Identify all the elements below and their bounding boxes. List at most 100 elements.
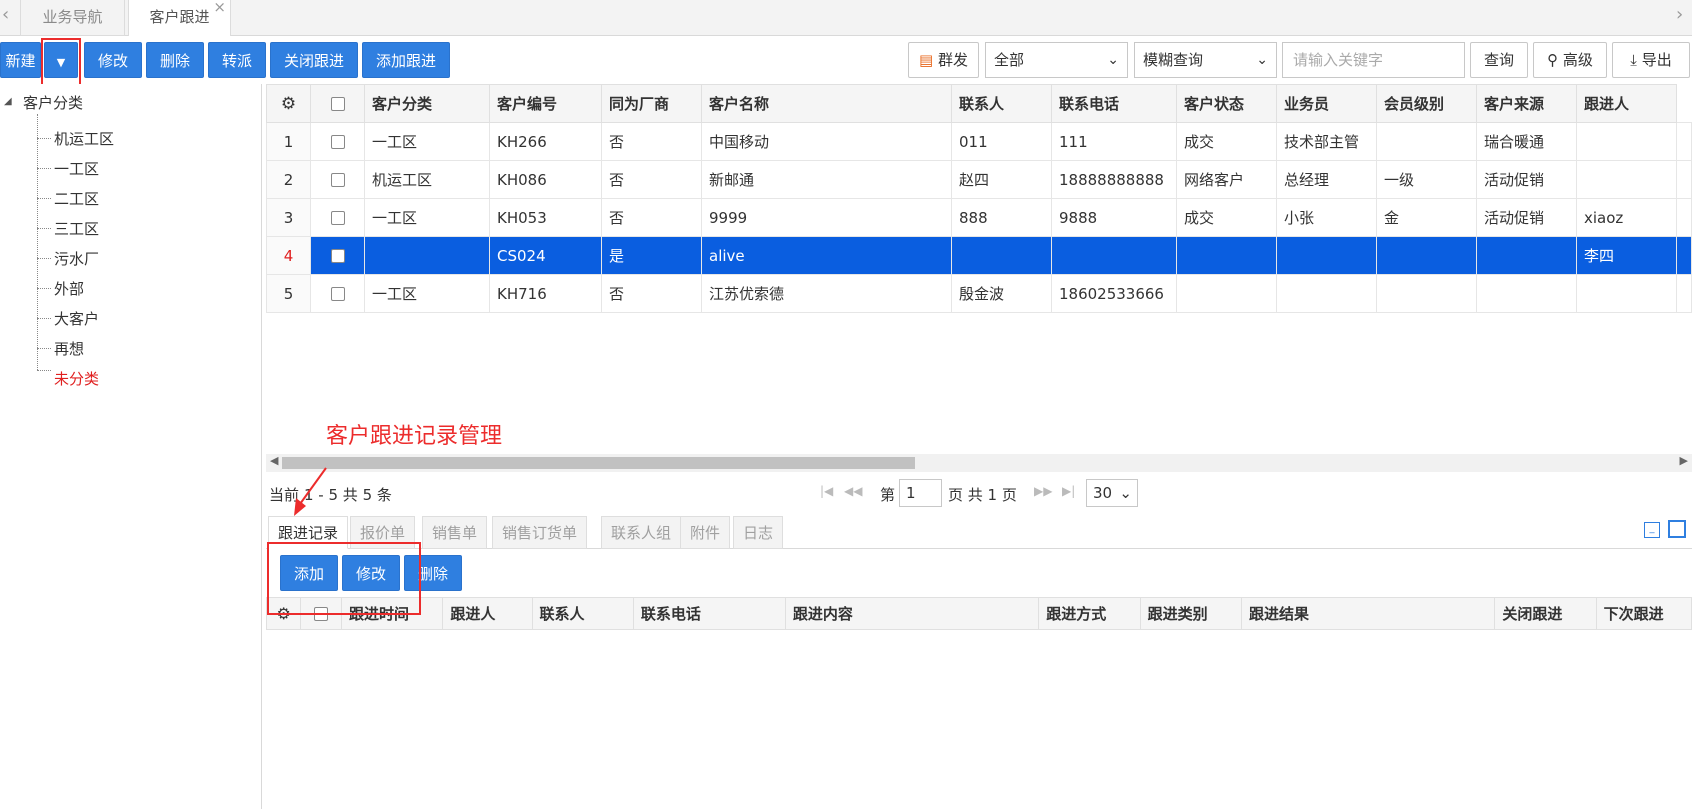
column-header[interactable]: 跟进结果: [1240, 597, 1496, 630]
new-button[interactable]: 新建: [0, 42, 41, 78]
first-page-icon[interactable]: |◀: [820, 484, 833, 498]
query-mode-select[interactable]: 模糊查询 ⌄: [1134, 42, 1277, 78]
column-header[interactable]: 联系电话: [632, 597, 786, 630]
advanced-button[interactable]: ⚲ 高级: [1533, 42, 1607, 78]
export-button[interactable]: ⤓ 导出: [1612, 42, 1690, 78]
table-row[interactable]: 1 一工区 KH266 否中国移动 011 111 成交 技术部主管 瑞合暖通: [266, 122, 1692, 161]
delete-record-button[interactable]: 删除: [404, 555, 462, 591]
column-header[interactable]: 跟进人: [1576, 84, 1677, 123]
horizontal-scrollbar[interactable]: ◀ ▶: [266, 454, 1692, 472]
edit-button[interactable]: 修改: [84, 42, 142, 78]
column-header[interactable]: 关闭跟进: [1494, 597, 1597, 630]
column-header[interactable]: 跟进方式: [1038, 597, 1141, 630]
tree-item[interactable]: 机运工区: [54, 128, 114, 149]
tab-sales-booking[interactable]: 销售订货单: [492, 516, 588, 549]
scope-select[interactable]: 全部 ⌄: [985, 42, 1128, 78]
add-follow-button[interactable]: 添加跟进: [362, 42, 450, 78]
tree-item[interactable]: 一工区: [54, 158, 99, 179]
gear-icon[interactable]: ⚙: [281, 94, 296, 114]
table-cell: [1576, 122, 1677, 161]
table-cell: 9888: [1051, 198, 1177, 237]
column-header[interactable]: 客户分类: [364, 84, 490, 123]
column-header[interactable]: 联系人: [531, 597, 634, 630]
page-size-select[interactable]: 30 ⌄: [1086, 479, 1138, 507]
select-all-checkbox[interactable]: [314, 607, 329, 621]
edit-record-button[interactable]: 修改: [342, 555, 400, 591]
column-header[interactable]: 跟进类别: [1139, 597, 1242, 630]
tab-sales-order[interactable]: 销售单: [422, 516, 488, 549]
next-page-icon[interactable]: ▶▶: [1034, 484, 1052, 498]
scrollbar-thumb[interactable]: [282, 457, 915, 469]
table-row[interactable]: 3 一工区 KH053 否 9999 888 9888 成交 小张金活动促销 xiaoz: [266, 198, 1692, 237]
tree-item[interactable]: 污水厂: [54, 248, 99, 269]
scroll-right-icon[interactable]: ▶: [1680, 454, 1688, 467]
tab-quotation[interactable]: 报价单: [350, 516, 416, 549]
tabs-scroll-right-icon[interactable]: ›: [1676, 4, 1683, 25]
column-header[interactable]: 跟进时间: [340, 597, 444, 630]
close-follow-button[interactable]: 关闭跟进: [270, 42, 358, 78]
table-cell: 江苏优索德: [701, 274, 952, 313]
row-checkbox[interactable]: [330, 249, 345, 263]
column-header[interactable]: 客户编号: [489, 84, 602, 123]
query-button[interactable]: 查询: [1470, 42, 1528, 78]
row-checkbox[interactable]: [330, 287, 345, 301]
table-row[interactable]: 5 一工区 KH716 否江苏优索德 殷金波 18602533666: [266, 274, 1692, 313]
new-dropdown-button[interactable]: ▼: [44, 42, 78, 78]
delete-button[interactable]: 删除: [146, 42, 204, 78]
table-cell: 否: [601, 274, 702, 313]
table-row[interactable]: 4 CS024 是 alive 李四: [266, 236, 1692, 275]
row-checkbox[interactable]: [330, 135, 345, 149]
prev-page-icon[interactable]: ◀◀: [844, 484, 862, 498]
column-header[interactable]: 跟进内容: [784, 597, 1040, 630]
page-number-input[interactable]: 1: [899, 479, 942, 507]
tree-connector: [37, 318, 51, 319]
last-page-icon[interactable]: ▶|: [1062, 484, 1075, 498]
tree-item[interactable]: 外部: [54, 278, 84, 299]
row-checkbox[interactable]: [330, 211, 345, 225]
tab-close-icon[interactable]: ×: [213, 0, 226, 24]
column-header[interactable]: 同为厂商: [601, 84, 702, 123]
column-header[interactable]: 客户状态: [1176, 84, 1277, 123]
table-cell: [1376, 122, 1477, 161]
mass-send-button[interactable]: ▤ 群发: [908, 42, 979, 78]
tree-item-uncategorized[interactable]: 未分类: [54, 368, 99, 389]
column-header[interactable]: 客户来源: [1476, 84, 1577, 123]
pager: 当前 1 - 5 共 5 条 |◀ ◀◀ 第 1 页 共 1 页 ▶▶ ▶| 3…: [266, 476, 1692, 510]
column-header[interactable]: 跟进人: [442, 597, 533, 630]
tree-item[interactable]: 大客户: [54, 308, 99, 329]
tree-expand-icon[interactable]: ◢: [4, 96, 12, 107]
tab-log[interactable]: 日志: [733, 516, 784, 549]
minimize-icon[interactable]: _: [1644, 522, 1660, 538]
tabs-scroll-left-icon[interactable]: ‹: [2, 4, 9, 25]
tab-business-nav[interactable]: 业务导航: [20, 0, 125, 36]
table-cell: 否: [601, 122, 702, 161]
column-settings-cell[interactable]: ⚙: [265, 597, 302, 630]
tab-follow-records[interactable]: 跟进记录: [268, 516, 349, 549]
tab-customer-follow[interactable]: 客户跟进 ×: [128, 0, 231, 37]
column-header[interactable]: 联系电话: [1051, 84, 1177, 123]
tree-root[interactable]: 客户分类: [23, 92, 83, 113]
tree-item[interactable]: 再想: [54, 338, 84, 359]
tree-item[interactable]: 二工区: [54, 188, 99, 209]
toolbar: 新建 ▼ 修改 删除 转派 关闭跟进 添加跟进 ▤ 群发 全部 ⌄ 模糊查询 ⌄ 请…: [0, 36, 1692, 84]
table-cell: 小张: [1276, 198, 1377, 237]
row-checkbox[interactable]: [330, 173, 345, 187]
tab-attachments[interactable]: 附件: [680, 516, 731, 549]
add-record-button[interactable]: 添加: [280, 555, 338, 591]
tree-item[interactable]: 三工区: [54, 218, 99, 239]
transfer-button[interactable]: 转派: [208, 42, 266, 78]
gear-icon[interactable]: ⚙: [277, 604, 291, 623]
tab-contact-group[interactable]: 联系人组: [601, 516, 682, 549]
maximize-icon[interactable]: [1668, 520, 1686, 538]
keyword-input[interactable]: 请输入关键字: [1282, 42, 1465, 78]
select-all-checkbox[interactable]: [330, 97, 345, 111]
column-header[interactable]: 会员级别: [1376, 84, 1477, 123]
table-row[interactable]: 2 机运工区 KH086 否新邮通 赵四 18888888888 网络客户 总经理 一级 活动促销: [266, 160, 1692, 199]
column-settings-cell[interactable]: ⚙: [266, 84, 311, 123]
column-header[interactable]: 联系人: [951, 84, 1052, 123]
column-header[interactable]: 业务员: [1276, 84, 1377, 123]
column-header[interactable]: 下次跟进: [1595, 597, 1692, 630]
column-header[interactable]: 客户名称: [701, 84, 952, 123]
table-cell-overflow: [1676, 274, 1692, 313]
scroll-left-icon[interactable]: ◀: [270, 454, 278, 467]
